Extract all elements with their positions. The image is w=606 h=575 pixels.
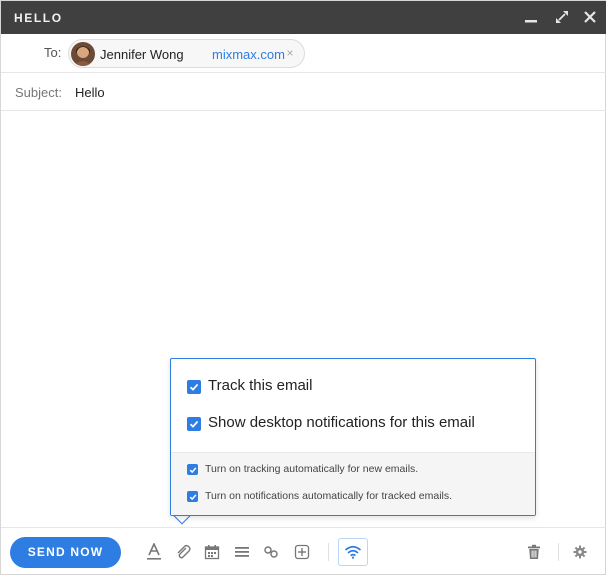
text-format-button[interactable]: [144, 542, 164, 562]
calendar-icon: [204, 545, 220, 560]
toolbar-divider: [328, 543, 329, 561]
subject-row: Subject: Hello: [1, 73, 606, 111]
tracking-defaults: Turn on tracking automatically for new e…: [171, 452, 535, 515]
expand-button[interactable]: [551, 6, 573, 28]
tracking-options: Track this email Show desktop notificati…: [171, 359, 535, 452]
send-now-button[interactable]: SEND NOW: [10, 537, 121, 568]
auto-notifications-label: Turn on notifications automatically for …: [205, 490, 453, 502]
desktop-notifications-label: Show desktop notifications for this emai…: [208, 414, 475, 431]
auto-tracking-label: Turn on tracking automatically for new e…: [205, 463, 419, 475]
check-icon: [189, 493, 196, 500]
check-icon: [189, 420, 199, 428]
attachment-button[interactable]: [173, 542, 193, 562]
recipient-name: Jennifer Wong: [100, 47, 184, 62]
remove-recipient-button[interactable]: ×: [283, 46, 297, 60]
insert-icon: [294, 544, 310, 560]
link-icon: [264, 546, 278, 558]
list-icon: [235, 547, 249, 557]
gear-icon: [573, 545, 587, 559]
insert-button[interactable]: [292, 542, 312, 562]
tracking-popover: Track this email Show desktop notificati…: [170, 358, 536, 516]
recipient-chip[interactable]: Jennifer Wong mixmax.com ×: [68, 39, 305, 68]
close-button[interactable]: [579, 6, 601, 28]
avatar: [71, 42, 95, 66]
calendar-button[interactable]: [202, 542, 222, 562]
to-label: To:: [44, 45, 62, 60]
to-row: To: Jennifer Wong mixmax.com ×: [1, 34, 606, 73]
track-email-checkbox[interactable]: [187, 380, 201, 394]
toolbar-divider: [558, 543, 559, 561]
settings-button[interactable]: [570, 542, 590, 562]
compose-window: HELLO To: Jennifer Wong mixmax.com × Sub…: [0, 0, 606, 575]
window-title: HELLO: [14, 11, 63, 25]
tracking-button[interactable]: [338, 538, 368, 566]
recipient-domain: mixmax.com: [212, 47, 285, 62]
text-format-icon: [147, 543, 161, 560]
compose-toolbar: SEND NOW: [1, 527, 606, 575]
expand-icon: [556, 11, 568, 23]
attachment-icon: [177, 544, 191, 559]
subject-label: Subject:: [15, 85, 62, 100]
auto-tracking-checkbox[interactable]: [187, 464, 198, 475]
minimize-icon: [525, 20, 537, 23]
list-button[interactable]: [232, 542, 252, 562]
minimize-button[interactable]: [520, 6, 542, 28]
close-icon: [584, 11, 596, 23]
check-icon: [189, 466, 196, 473]
check-icon: [189, 383, 199, 391]
desktop-notifications-checkbox[interactable]: [187, 417, 201, 431]
track-email-label: Track this email: [208, 377, 313, 394]
tracking-icon: [344, 545, 362, 559]
delete-button[interactable]: [524, 542, 544, 562]
trash-icon: [528, 544, 540, 559]
link-button[interactable]: [261, 542, 281, 562]
auto-notifications-checkbox[interactable]: [187, 491, 198, 502]
subject-input[interactable]: Hello: [75, 85, 105, 100]
title-bar: HELLO: [1, 1, 606, 34]
